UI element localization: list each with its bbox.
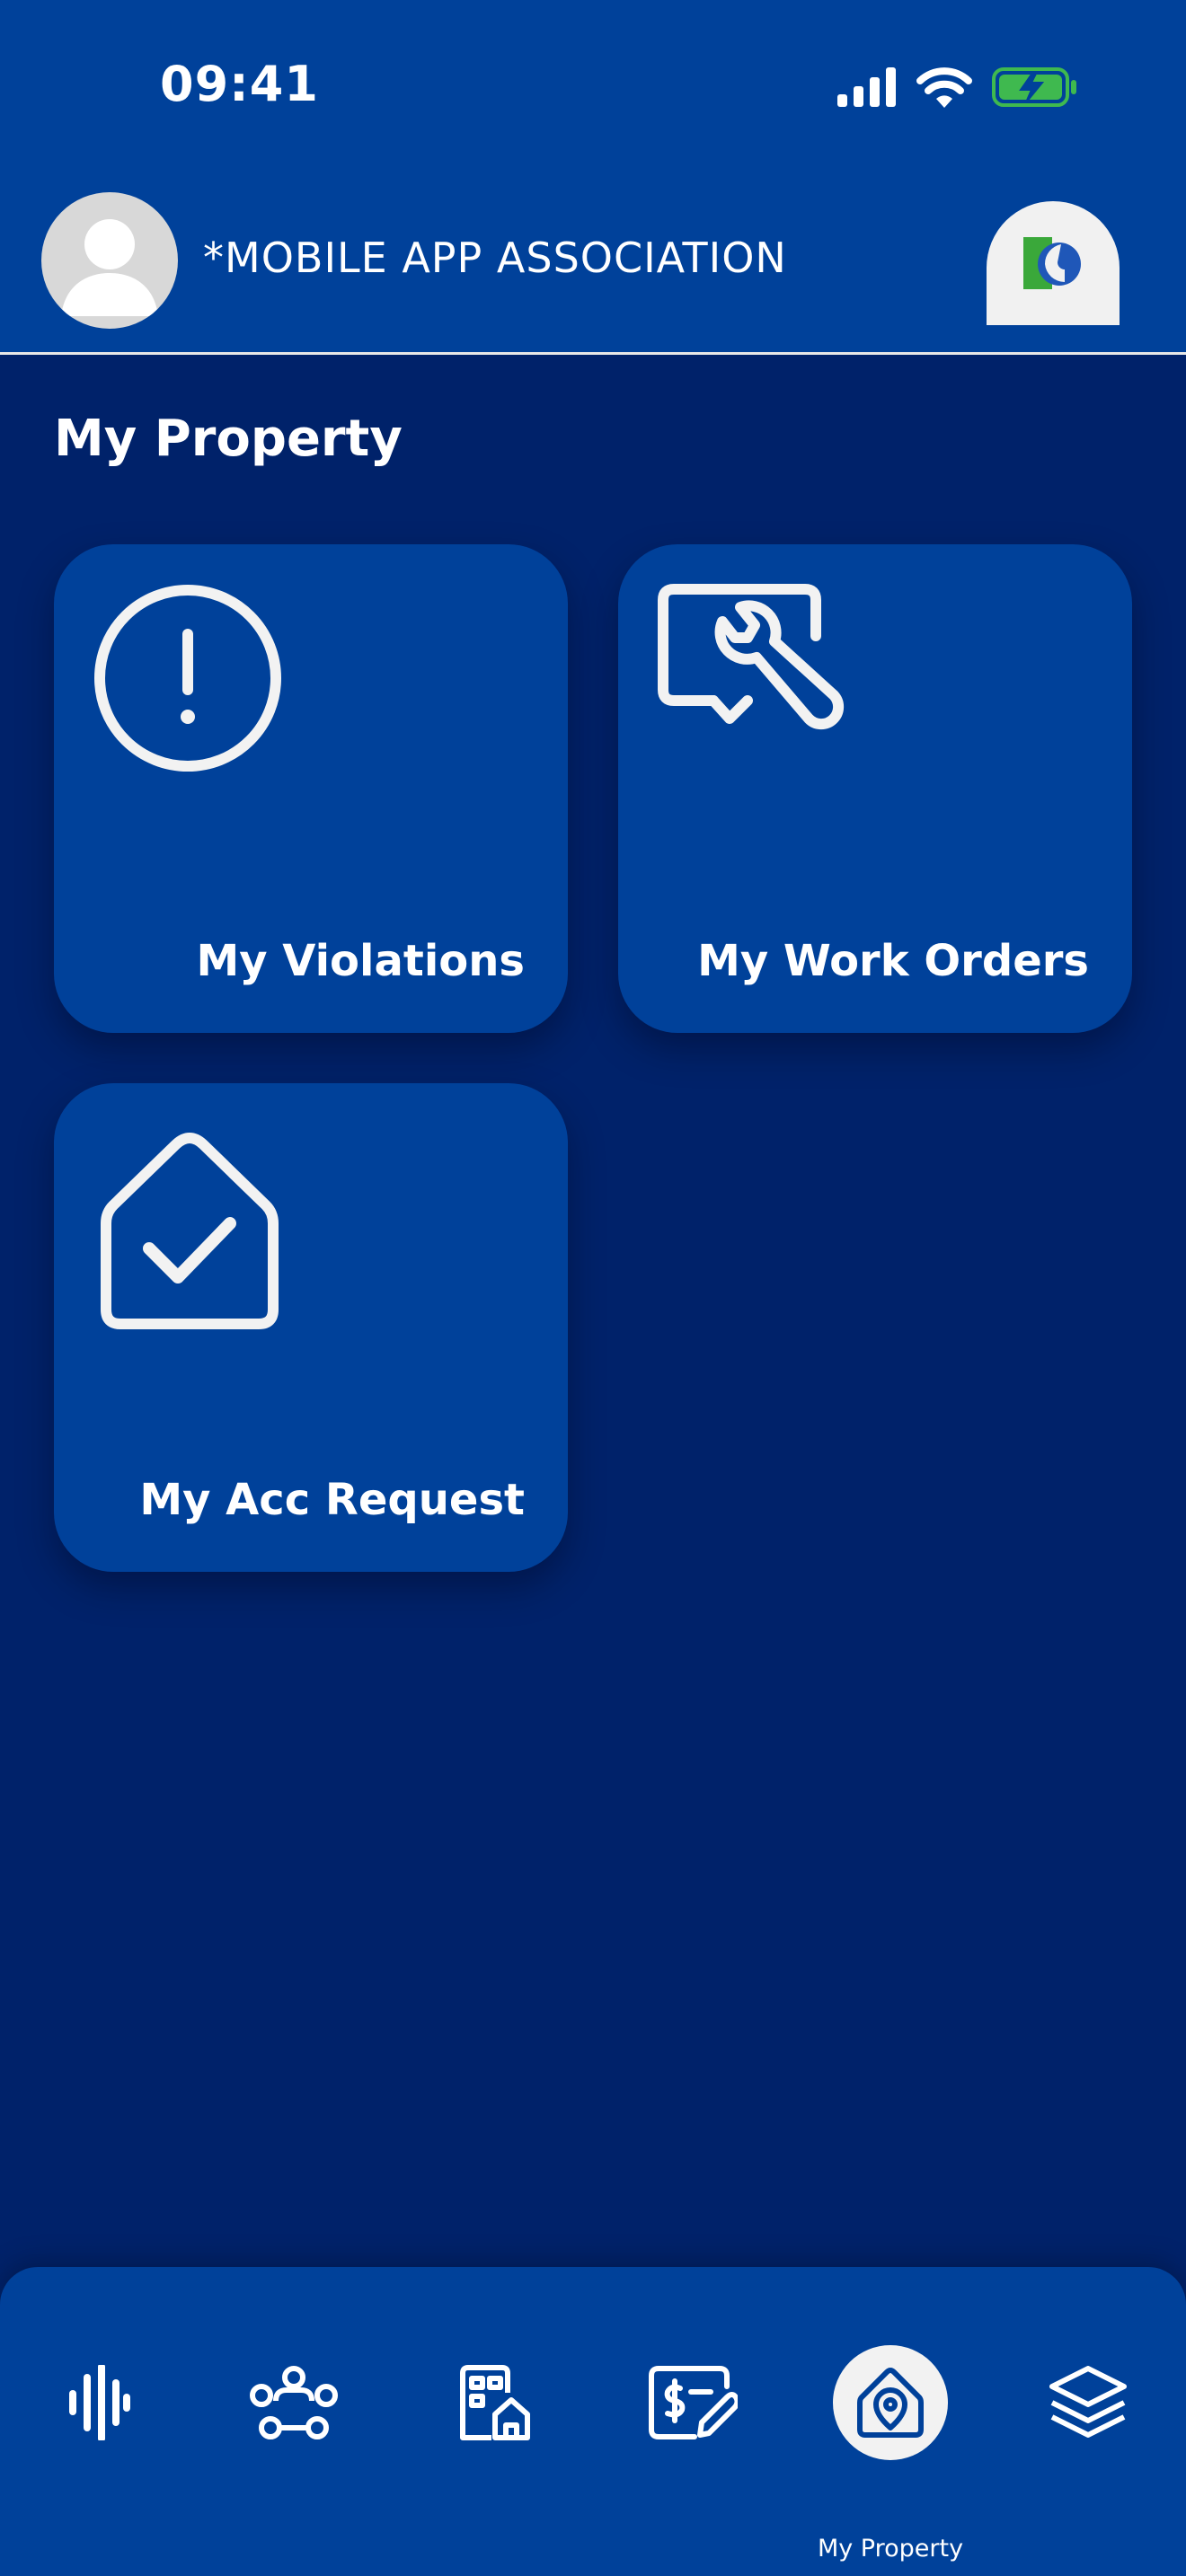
status-bar: 09:41 [0,0,1186,171]
status-time: 09:41 [160,56,319,112]
logo-icon [1023,237,1081,289]
alert-circle-icon [93,584,282,776]
cellular-signal-icon [837,67,896,107]
wrench-chat-icon [658,584,855,749]
audio-wave-icon [69,2365,130,2440]
bottom-navigation: My Property [0,2267,1186,2576]
wifi-icon [916,67,972,108]
page-title: My Property [54,410,403,468]
card-label: My Violations [196,936,525,986]
association-logo[interactable] [987,201,1120,325]
community-people-icon [250,2366,338,2439]
nav-item-my-property[interactable]: My Property [818,2335,963,2563]
nav-item-audio[interactable] [31,2335,166,2470]
my-acc-request-card[interactable]: My Acc Request [54,1083,568,1572]
nav-item-layers[interactable] [1021,2335,1155,2470]
app-header: *MOBILE APP ASSOCIATION [0,171,1186,355]
battery-charging-icon [992,67,1076,107]
nav-item-community[interactable] [226,2335,361,2470]
nav-item-buildings[interactable] [427,2335,562,2470]
nav-label-my-property: My Property [817,2535,964,2563]
nav-item-payments[interactable] [625,2335,760,2470]
card-label: My Acc Request [139,1475,525,1525]
my-work-orders-card[interactable]: My Work Orders [618,544,1132,1033]
layers-icon [1049,2366,1127,2438]
association-name: *MOBILE APP ASSOCIATION [203,234,787,282]
avatar[interactable] [41,192,178,329]
payment-edit-icon [649,2366,738,2439]
property-location-icon [857,2368,924,2438]
home-check-icon [93,1123,286,1338]
card-label: My Work Orders [697,936,1089,986]
status-icons [837,65,1078,110]
active-indicator [833,2345,948,2460]
building-home-icon [460,2365,530,2440]
my-violations-card[interactable]: My Violations [54,544,568,1033]
user-silhouette-icon [61,219,158,316]
